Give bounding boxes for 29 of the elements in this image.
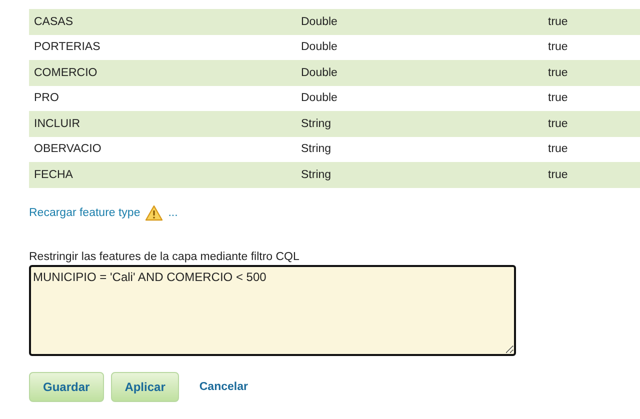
table-cell-text: INCLUIR [34, 118, 82, 130]
table-cell-text: Double [301, 41, 338, 54]
table-cell-text: OBERVACIO [34, 143, 102, 156]
cancel-link[interactable]: Cancelar [199, 380, 248, 392]
table-cell-text: Double [301, 16, 338, 28]
reload-link[interactable]: Recargar feature type [29, 206, 140, 218]
table-cell-text: COMERCIO [34, 66, 98, 79]
table-cell-text: String [301, 143, 332, 156]
table-cell-text: Double [301, 92, 338, 104]
table-cell: true [548, 16, 568, 28]
table-cell: true [548, 143, 568, 156]
table-cell-text: String [301, 168, 332, 181]
table-cell-text: CASAS [34, 16, 74, 28]
filter-textarea[interactable]: MUNICIPIO = 'Cali' AND COMERCIO < 500 [29, 264, 516, 356]
table-cell-text: FECHA [34, 168, 74, 181]
table-cell: true [548, 92, 568, 104]
table-cell: true [548, 66, 568, 79]
table-cell-text: PRO [34, 92, 60, 104]
table-cell-text: PORTERIAS [34, 41, 102, 54]
action-button[interactable]: Aplicar [110, 372, 180, 402]
table-cell-text: String [301, 118, 332, 130]
action-button[interactable]: Guardar [29, 372, 104, 402]
table-cell: true [548, 168, 568, 181]
filter-label: Restringir las features de la capa mediante filtro CQL [29, 250, 300, 262]
table-cell-text: Double [301, 66, 338, 79]
more-link[interactable]: ... [168, 206, 178, 218]
table-cell: true [548, 118, 568, 130]
warning-icon [145, 204, 164, 220]
table-cell: true [548, 41, 568, 54]
